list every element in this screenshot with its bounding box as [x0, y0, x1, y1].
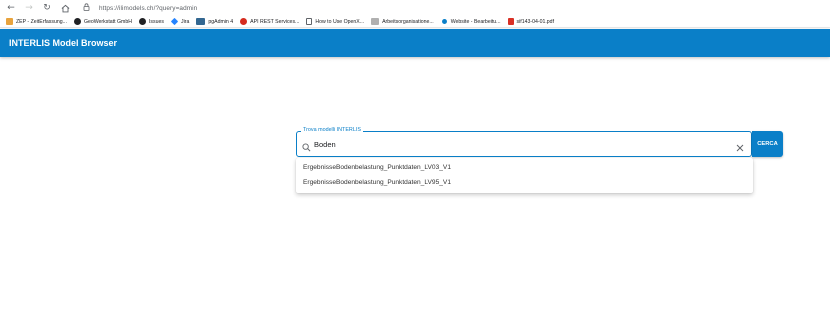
search-input[interactable] [314, 137, 714, 151]
app-header: INTERLIS Model Browser [0, 29, 830, 57]
search-label: Trova modelli INTERLIS [301, 127, 363, 134]
bookmark-label: Website - Bearbeitu... [450, 18, 501, 25]
bookmarks-bar: ZEP - ZeitErfassung... GeoWerkstatt GmbH… [0, 16, 830, 28]
bookmark-pdf[interactable]: sif143-04-01.pdf [507, 17, 555, 27]
zep-icon [6, 18, 13, 25]
bookmark-label: Jira [180, 18, 190, 25]
bookmark-jira[interactable]: Jira [170, 17, 190, 27]
search-icon [302, 139, 312, 152]
image-icon [371, 18, 380, 25]
bookmark-openx[interactable]: How to Use OpenX... [306, 17, 364, 27]
suggestions-dropdown: ErgebnisseBodenbelastung_Punktdaten_LV03… [296, 158, 753, 193]
bookmark-website[interactable]: Website - Bearbeitu... [441, 17, 501, 27]
suggestion-item[interactable]: ErgebnisseBodenbelastung_Punktdaten_LV95… [303, 179, 451, 186]
bookmark-label: pgAdmin 4 [208, 18, 234, 25]
bookmark-label: GeoWerkstatt GmbH [83, 18, 132, 25]
github-icon [73, 18, 81, 25]
home-icon[interactable] [58, 1, 72, 15]
bookmark-arbeitsorganisation[interactable]: Arbeitsorganisatione... [371, 17, 434, 27]
page-icon [306, 18, 313, 25]
pgadmin-icon [196, 18, 206, 25]
bookmark-label: Arbeitsorganisatione... [382, 18, 434, 25]
back-arrow-icon[interactable]: ← [4, 1, 18, 15]
bookmark-label: ZEP - ZeitErfassung... [16, 18, 67, 25]
bookmark-label: API REST Services... [250, 18, 300, 25]
swiss-flag-icon [240, 18, 248, 25]
website-icon [441, 19, 447, 24]
bookmark-label: sif143-04-01.pdf [516, 18, 555, 25]
search-button[interactable]: CERCA [752, 131, 783, 157]
app-title: INTERLIS Model Browser [9, 38, 118, 48]
reload-icon[interactable]: ↻ [40, 1, 54, 15]
url-text[interactable]: https://ilimodels.ch/?query=admin [99, 5, 197, 12]
suggestion-item[interactable]: ErgebnisseBodenbelastung_Punktdaten_LV03… [303, 164, 451, 171]
jira-icon [170, 17, 179, 26]
github-icon [138, 18, 146, 25]
bookmark-pgadmin[interactable]: pgAdmin 4 [196, 17, 233, 27]
lock-icon[interactable] [83, 3, 93, 13]
bookmark-zep[interactable]: ZEP - ZeitErfassung... [6, 17, 67, 27]
close-icon[interactable] [736, 139, 745, 152]
bookmark-label: Issues [148, 18, 164, 25]
bookmark-api-rest[interactable]: API REST Services... [240, 17, 299, 27]
bookmark-issues[interactable]: Issues [138, 17, 164, 27]
address-bar[interactable]: https://ilimodels.ch/?query=admin [83, 2, 828, 14]
bookmark-label: How to Use OpenX... [315, 18, 365, 25]
forward-arrow-icon[interactable]: → [22, 1, 36, 15]
pdf-icon [507, 18, 514, 25]
bookmark-geowerkstatt[interactable]: GeoWerkstatt GmbH [73, 17, 132, 27]
